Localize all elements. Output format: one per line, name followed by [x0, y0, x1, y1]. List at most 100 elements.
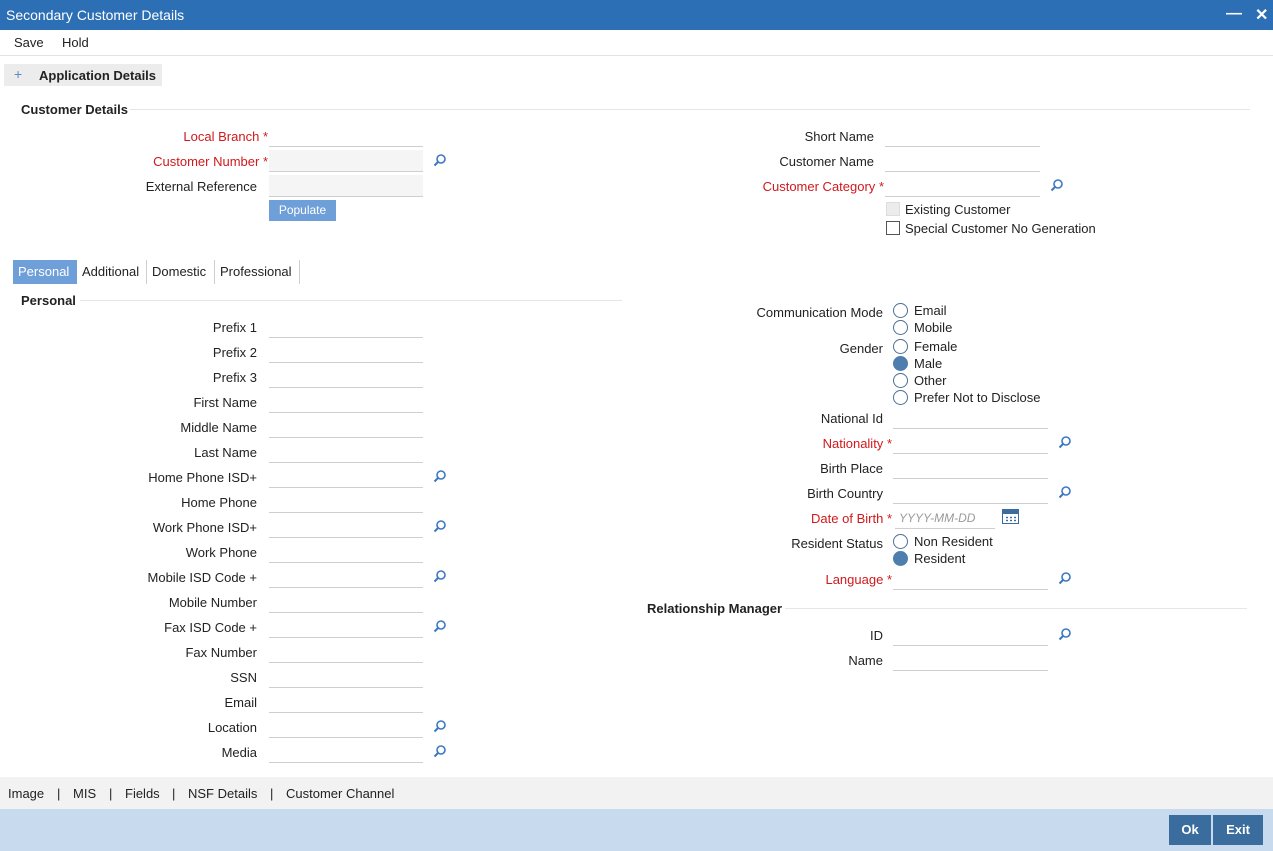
home-phone-isd-input[interactable]: [269, 466, 423, 488]
work-phone-isd-input[interactable]: [269, 516, 423, 538]
gender-other-radio[interactable]: [893, 373, 908, 388]
gender-male-radio[interactable]: [893, 356, 908, 371]
mobile-isd-code-search-icon[interactable]: [433, 569, 447, 583]
title-bar: Secondary Customer Details — ✕: [0, 0, 1273, 30]
email-input[interactable]: [269, 691, 423, 713]
home-phone-isd-search-icon[interactable]: [433, 469, 447, 483]
email-label: Email: [224, 695, 257, 710]
hold-menu-item[interactable]: Hold: [62, 35, 89, 50]
resident-radio[interactable]: [893, 551, 908, 566]
tab-domestic[interactable]: Domestic: [147, 260, 215, 284]
rm-name-label: Name: [848, 653, 883, 668]
external-reference-input[interactable]: [269, 175, 423, 197]
gender-female-label: Female: [914, 339, 958, 354]
customer-category-search-icon[interactable]: [1050, 178, 1064, 192]
work-phone-isd-label: Work Phone ISD+: [152, 520, 257, 535]
customer-number-input[interactable]: [269, 150, 423, 172]
mobile-number-input[interactable]: [269, 591, 423, 613]
window-title: Secondary Customer Details: [6, 7, 185, 23]
work-phone-label: Work Phone: [185, 545, 257, 560]
ok-button[interactable]: Ok: [1169, 815, 1211, 845]
customer-name-input[interactable]: [885, 150, 1040, 172]
work-phone-input[interactable]: [269, 541, 423, 563]
rm-id-input[interactable]: [893, 624, 1048, 646]
prefix-3-label: Prefix 3: [212, 370, 257, 385]
prefix-1-input[interactable]: [269, 316, 423, 338]
ssn-input[interactable]: [269, 666, 423, 688]
birth-country-input[interactable]: [893, 482, 1048, 504]
fax-isd-code-input[interactable]: [269, 616, 423, 638]
media-search-icon[interactable]: [433, 744, 447, 758]
save-menu-item[interactable]: Save: [14, 35, 44, 50]
gender-other-label: Other: [914, 373, 947, 388]
customer-category-input[interactable]: [885, 175, 1040, 197]
gender-female-radio[interactable]: [893, 339, 908, 354]
tab-personal[interactable]: Personal: [13, 260, 77, 284]
middle-name-label: Middle Name: [180, 420, 257, 435]
customer-number-search-icon[interactable]: [433, 153, 447, 167]
existing-customer-label: Existing Customer: [905, 202, 1011, 217]
fields-link[interactable]: Fields: [125, 786, 160, 801]
existing-customer-checkbox[interactable]: [886, 202, 900, 216]
application-details-toggle[interactable]: + Application Details: [4, 64, 162, 86]
rm-name-input[interactable]: [893, 649, 1048, 671]
tab-additional[interactable]: Additional: [77, 260, 147, 284]
location-search-icon[interactable]: [433, 719, 447, 733]
birth-place-input[interactable]: [893, 457, 1048, 479]
last-name-input[interactable]: [269, 441, 423, 463]
prefix-3-input[interactable]: [269, 366, 423, 388]
middle-name-input[interactable]: [269, 416, 423, 438]
mis-link[interactable]: MIS: [73, 786, 96, 801]
media-input[interactable]: [269, 741, 423, 763]
birth-country-search-icon[interactable]: [1058, 485, 1072, 499]
personal-title: Personal: [21, 293, 76, 308]
prefix-2-input[interactable]: [269, 341, 423, 363]
populate-button[interactable]: Populate: [269, 200, 336, 221]
nsf-details-link[interactable]: NSF Details: [188, 786, 257, 801]
separator: |: [57, 786, 61, 801]
rm-id-search-icon[interactable]: [1058, 627, 1072, 641]
date-of-birth-label: Date of Birth *: [811, 511, 892, 526]
national-id-input[interactable]: [893, 407, 1048, 429]
fax-isd-code-search-icon[interactable]: [433, 619, 447, 633]
first-name-input[interactable]: [269, 391, 423, 413]
customer-channel-link[interactable]: Customer Channel: [286, 786, 394, 801]
calendar-icon[interactable]: [1002, 509, 1019, 524]
image-link[interactable]: Image: [8, 786, 44, 801]
nationality-search-icon[interactable]: [1058, 435, 1072, 449]
special-customer-no-checkbox[interactable]: [886, 221, 900, 235]
tab-professional[interactable]: Professional: [215, 260, 300, 284]
work-phone-isd-search-icon[interactable]: [433, 519, 447, 533]
customer-details-title: Customer Details: [21, 102, 128, 117]
exit-button[interactable]: Exit: [1213, 815, 1263, 845]
separator: |: [270, 786, 274, 801]
rm-id-label: ID: [870, 628, 883, 643]
home-phone-input[interactable]: [269, 491, 423, 513]
resident-status-label: Resident Status: [791, 536, 883, 551]
mobile-isd-code-input[interactable]: [269, 566, 423, 588]
customer-number-label: Customer Number *: [153, 154, 268, 169]
fax-number-input[interactable]: [269, 641, 423, 663]
home-phone-label: Home Phone: [181, 495, 257, 510]
first-name-label: First Name: [193, 395, 257, 410]
nationality-input[interactable]: [893, 432, 1048, 454]
special-customer-no-label: Special Customer No Generation: [905, 221, 1096, 236]
gender-prefer-not-radio[interactable]: [893, 390, 908, 405]
comm-mobile-radio[interactable]: [893, 320, 908, 335]
bottom-bar: Ok Exit: [0, 809, 1273, 851]
language-input[interactable]: [893, 568, 1048, 590]
ssn-label: SSN: [230, 670, 257, 685]
minimize-icon[interactable]: —: [1226, 5, 1242, 23]
resident-label: Resident: [914, 551, 966, 566]
comm-email-radio[interactable]: [893, 303, 908, 318]
close-icon[interactable]: ✕: [1255, 5, 1268, 25]
menu-bar: Save Hold: [0, 30, 1273, 56]
language-search-icon[interactable]: [1058, 571, 1072, 585]
non-resident-radio[interactable]: [893, 534, 908, 549]
separator: |: [109, 786, 113, 801]
location-input[interactable]: [269, 716, 423, 738]
date-of-birth-input[interactable]: [895, 507, 995, 529]
short-name-input[interactable]: [885, 125, 1040, 147]
local-branch-label: Local Branch *: [183, 129, 268, 144]
local-branch-input[interactable]: [269, 125, 423, 147]
